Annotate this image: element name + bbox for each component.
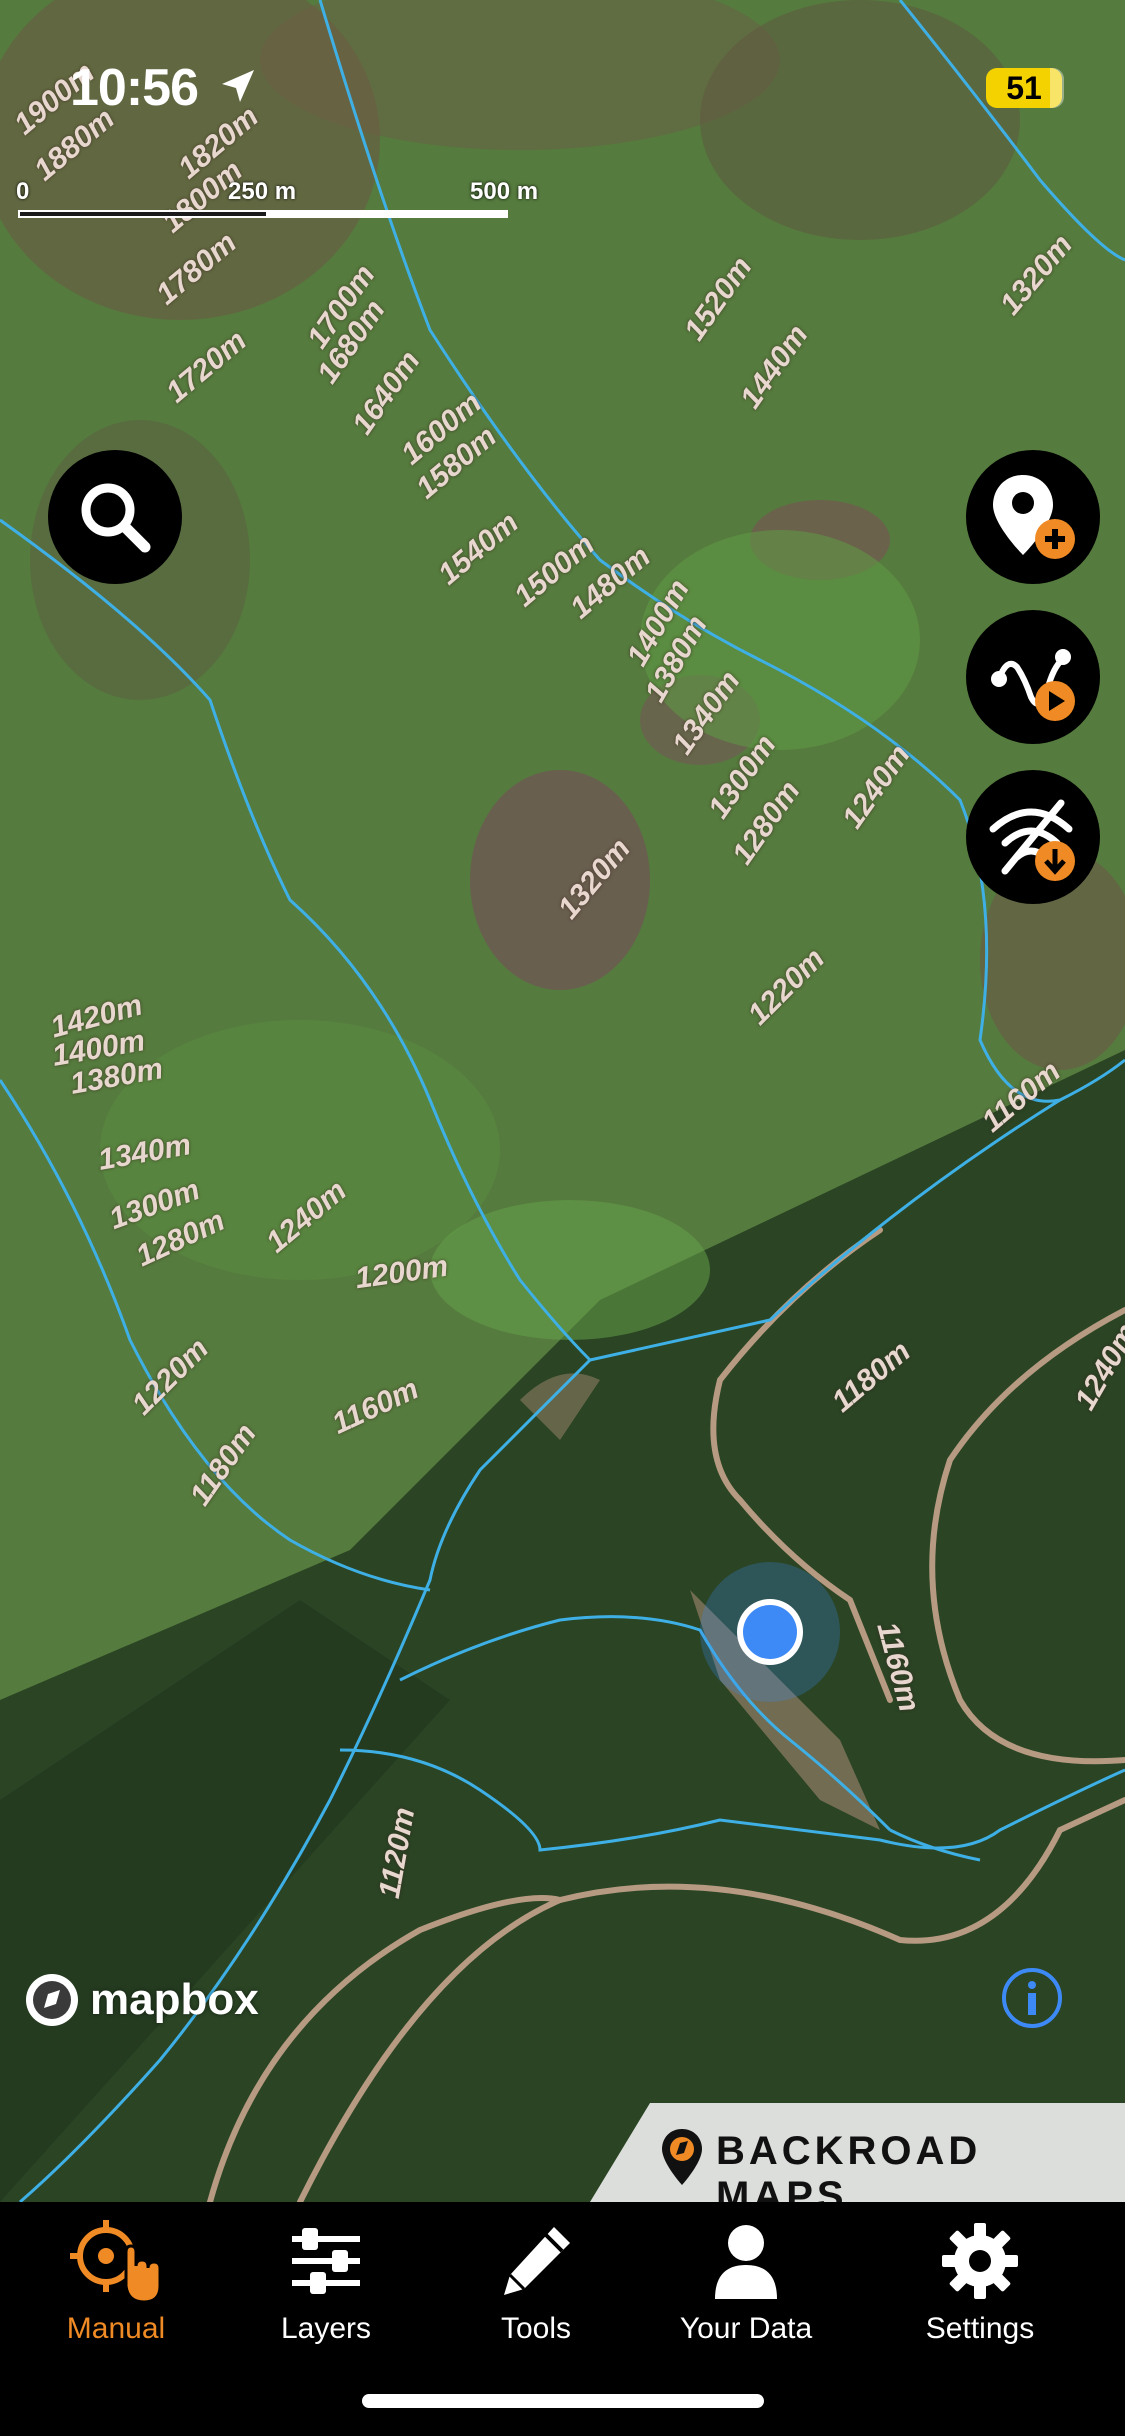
scale-mid-label: 250 m	[228, 178, 297, 205]
tab-label: Manual	[66, 2312, 166, 2345]
status-time: 10:56	[70, 59, 199, 117]
tab-label: Settings	[925, 2312, 1035, 2345]
scale-bar-light	[268, 210, 508, 218]
tab-tools[interactable]: Tools	[446, 2216, 626, 2346]
manual-crosshair-icon	[70, 2220, 162, 2304]
battery-remainder	[1050, 68, 1064, 108]
track-record-icon	[991, 649, 1075, 721]
mapbox-logo-icon	[26, 1974, 78, 2026]
tab-settings[interactable]: Settings	[890, 2216, 1070, 2346]
mapbox-wordmark: mapbox	[90, 1975, 259, 2024]
gear-icon	[942, 2223, 1018, 2299]
pencil-icon	[504, 2227, 570, 2295]
person-icon	[715, 2225, 777, 2299]
record-track-button[interactable]	[966, 610, 1100, 744]
scale-start-label: 0	[16, 178, 30, 205]
mapbox-attribution[interactable]: mapbox	[24, 1972, 259, 2028]
search-button[interactable]	[48, 450, 182, 584]
current-location-marker[interactable]	[700, 1562, 840, 1702]
info-icon[interactable]	[1000, 1966, 1064, 2030]
tab-layers[interactable]: Layers	[236, 2216, 416, 2346]
tab-label: Layers	[280, 2312, 372, 2345]
scale-bar-dark	[18, 210, 268, 218]
offline-download-icon	[989, 799, 1075, 881]
bottom-tab-bar: Manual Layers Tools Your Data Settings	[0, 2202, 1125, 2436]
brand-pin-icon	[662, 2129, 702, 2185]
satellite-imagery	[0, 0, 1125, 2202]
search-icon	[81, 483, 151, 553]
map-view[interactable]: 1900m 1880m 1820m 1800m 1780m 1720m 1700…	[0, 0, 1125, 2202]
location-arrow-icon	[222, 70, 254, 102]
scale-end-label: 500 m	[470, 178, 539, 205]
backroad-maps-badge: BACKROAD MAPS	[590, 2103, 1125, 2202]
add-waypoint-button[interactable]	[966, 450, 1100, 584]
tab-manual[interactable]: Manual	[26, 2216, 206, 2346]
add-pin-icon	[993, 475, 1075, 559]
layers-sliders-icon	[292, 2228, 360, 2294]
home-indicator[interactable]	[362, 2394, 764, 2408]
tab-label: Tools	[500, 2312, 572, 2345]
tab-your-data[interactable]: Your Data	[656, 2216, 836, 2346]
offline-maps-button[interactable]	[966, 770, 1100, 904]
brand-name: BACKROAD MAPS	[716, 2129, 982, 2202]
tab-label: Your Data	[679, 2312, 813, 2345]
